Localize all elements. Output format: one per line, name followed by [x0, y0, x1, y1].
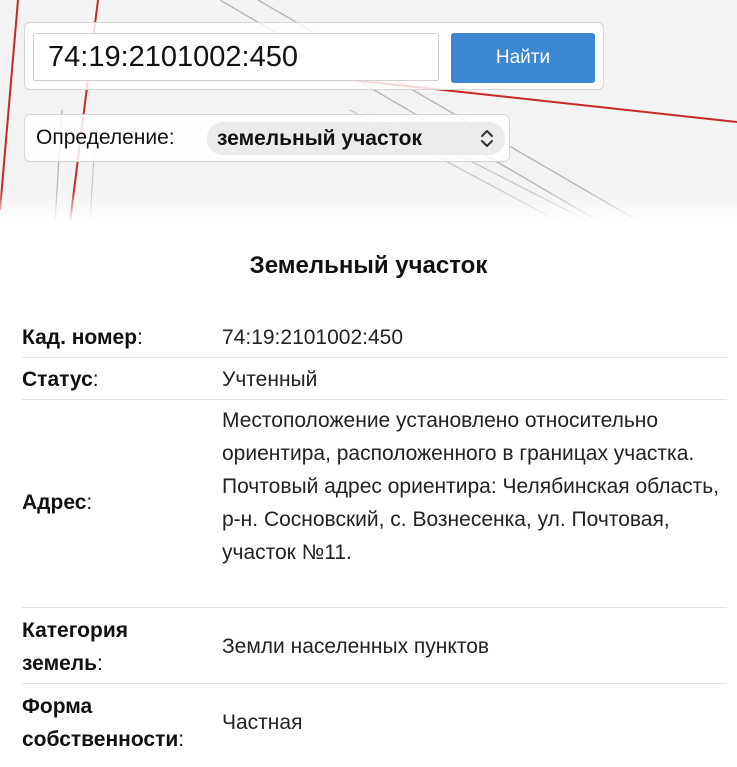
row-value: Земли населенных пунктов — [222, 635, 490, 658]
row-label: Статус: — [22, 368, 99, 391]
definition-select[interactable]: земельный участок — [207, 122, 505, 155]
row-land-category: Категория земель: Земли населенных пункто… — [0, 608, 737, 684]
row-label: Категория земель: — [22, 619, 129, 675]
definition-label: Определение: — [36, 126, 175, 149]
row-value: Частная — [222, 711, 303, 734]
info-table: Кад. номер: 74:19:2101002:450 Статус: Уч… — [0, 318, 737, 764]
chevron-updown-icon — [481, 130, 493, 147]
row-value: Местоположение установлено относительно … — [222, 409, 720, 564]
cadastral-search-input[interactable] — [33, 33, 439, 81]
definition-panel: Определение: земельный участок — [24, 114, 510, 162]
row-label: Форма собственности: — [22, 695, 185, 751]
row-ownership-form: Форма собственности: Частная — [0, 684, 737, 764]
row-label: Адрес: — [22, 491, 93, 514]
row-address: Адрес: Местоположение установлено относи… — [0, 400, 737, 608]
row-label: Кад. номер: — [22, 326, 143, 349]
row-value: Учтенный — [222, 368, 318, 391]
map-area[interactable]: Найти Определение: земельный участок — [0, 0, 737, 222]
search-panel: Найти — [24, 22, 604, 90]
definition-select-value: земельный участок — [217, 127, 422, 150]
card-title: Земельный участок — [249, 252, 488, 279]
row-cadastral-number: Кад. номер: 74:19:2101002:450 — [0, 318, 737, 358]
find-button[interactable]: Найти — [451, 33, 595, 83]
row-status: Статус: Учтенный — [0, 358, 737, 400]
row-value: 74:19:2101002:450 — [222, 326, 404, 349]
map-fade — [0, 190, 737, 222]
